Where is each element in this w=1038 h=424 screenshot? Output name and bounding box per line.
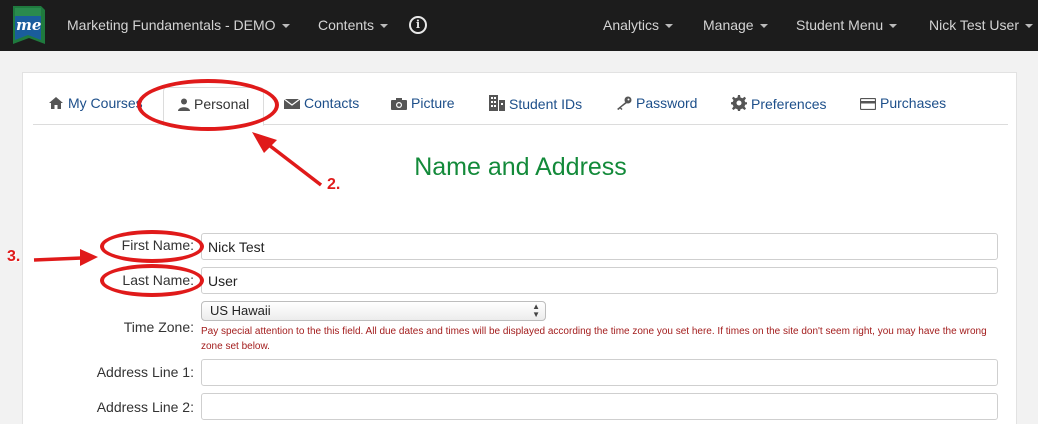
annotation-arrows [33, 132, 323, 266]
annotation-step-2: 2. [327, 176, 341, 193]
annotation-step-3: 3. [7, 248, 21, 265]
